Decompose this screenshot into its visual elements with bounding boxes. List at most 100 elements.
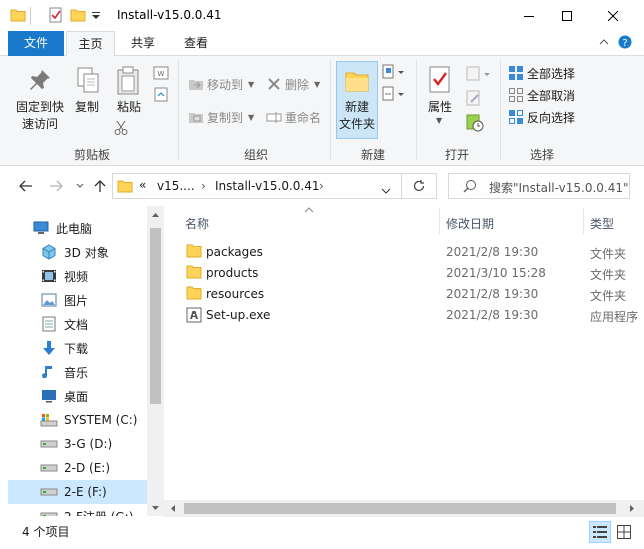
new-folder-qat-icon[interactable] xyxy=(70,7,86,25)
copy-to-icon xyxy=(189,113,203,123)
nav-scrollbar-thumb[interactable] xyxy=(150,228,161,404)
file-row[interactable]: Set-up.exe 2021/2/8 19:30 应用程序 xyxy=(180,305,640,326)
column-header-name[interactable]: 名称 xyxy=(185,215,209,232)
status-bar: 4 个项目 xyxy=(0,517,644,549)
back-arrow-icon xyxy=(19,180,32,192)
nav-item[interactable]: 视频 xyxy=(8,264,148,288)
drive-icon xyxy=(40,483,58,501)
breadcrumb-separator-icon[interactable]: › xyxy=(319,179,324,193)
nav-item[interactable]: 2-F注册 (G:) xyxy=(8,504,148,516)
forward-button[interactable] xyxy=(46,176,66,196)
new-item-icon[interactable] xyxy=(382,64,406,83)
recent-locations-button[interactable] xyxy=(70,176,90,196)
breadcrumb-item[interactable]: v15.... xyxy=(157,179,195,193)
properties-qat-icon[interactable] xyxy=(48,7,64,25)
file-row[interactable]: resources 2021/2/8 19:30 文件夹 xyxy=(180,284,640,305)
computer-icon xyxy=(32,219,50,237)
ribbon-separator xyxy=(416,60,417,160)
qat-dropdown-icon[interactable] xyxy=(91,10,101,28)
nav-item[interactable]: 3D 对象 xyxy=(8,240,148,264)
nav-item[interactable]: 2-D (E:) xyxy=(8,456,148,480)
nav-item[interactable]: 图片 xyxy=(8,288,148,312)
column-header-type[interactable]: 类型 xyxy=(590,215,614,232)
minimize-icon xyxy=(524,15,534,17)
file-type: 应用程序 xyxy=(590,310,639,324)
select-all-button[interactable]: 全部选择 xyxy=(508,63,575,83)
scroll-right-icon[interactable] xyxy=(629,504,635,513)
refresh-button[interactable] xyxy=(402,173,437,199)
nav-item[interactable]: 此电脑 xyxy=(8,216,148,240)
copy-button[interactable]: 复制 xyxy=(70,99,104,116)
close-button[interactable] xyxy=(590,0,636,31)
large-icons-view-button[interactable] xyxy=(613,521,635,543)
nav-item[interactable]: SYSTEM (C:) xyxy=(8,408,148,432)
download-icon xyxy=(40,339,58,357)
nav-item-label: 下载 xyxy=(64,341,89,356)
nav-item[interactable]: 桌面 xyxy=(8,384,148,408)
nav-item-label: SYSTEM (C:) xyxy=(64,413,138,427)
new-folder-button[interactable]: 新建 文件夹 xyxy=(336,61,378,139)
nav-item-label: 音乐 xyxy=(64,365,89,380)
history-icon[interactable] xyxy=(466,114,484,135)
cut-icon[interactable] xyxy=(114,120,128,139)
column-header-date[interactable]: 修改日期 xyxy=(446,215,494,232)
help-icon[interactable]: ? xyxy=(618,35,632,52)
nav-item[interactable]: 2-E (F:) xyxy=(8,480,148,504)
copy-path-icon[interactable]: W xyxy=(153,66,169,83)
address-dropdown-icon[interactable] xyxy=(381,183,391,197)
properties-icon xyxy=(428,66,452,97)
nav-item[interactable]: 音乐 xyxy=(8,360,148,384)
nav-item[interactable]: 3-G (D:) xyxy=(8,432,148,456)
easy-access-icon[interactable] xyxy=(382,86,406,105)
nav-pane-scrollbar[interactable] xyxy=(147,206,164,516)
file-row[interactable]: products 2021/3/10 15:28 文件夹 xyxy=(180,263,640,284)
window-title: Install-v15.0.0.41 xyxy=(117,8,222,22)
pin-to-quick-access-button[interactable]: 固定到快 速访问 xyxy=(12,99,68,133)
open-icon[interactable] xyxy=(466,66,492,85)
back-button[interactable] xyxy=(16,176,36,196)
breadcrumb-overflow[interactable]: « xyxy=(139,178,146,192)
file-row[interactable]: packages 2021/2/8 19:30 文件夹 xyxy=(180,242,640,263)
details-view-button[interactable] xyxy=(589,521,611,543)
navigation-pane: 此电脑 3D 对象 视频 图片 文档 下载 音乐 桌面 SYSTEM (C:) 3-G (D:) 2… xyxy=(0,206,164,516)
tab-home[interactable]: 主页 xyxy=(66,31,115,57)
address-input[interactable]: « v15.... › Install-v15.0.0.41 › xyxy=(112,173,402,199)
properties-button[interactable]: 属性 xyxy=(422,99,458,116)
collapse-ribbon-icon[interactable] xyxy=(598,36,610,51)
horizontal-scrollbar-thumb[interactable] xyxy=(184,503,616,514)
up-button[interactable] xyxy=(90,176,110,196)
pictures-icon xyxy=(40,291,58,309)
scroll-left-icon[interactable] xyxy=(170,504,176,513)
scroll-up-icon[interactable] xyxy=(151,212,160,218)
select-all-label: 全部选择 xyxy=(527,66,576,81)
item-count: 4 个项目 xyxy=(22,525,70,539)
select-none-button[interactable]: 全部取消 xyxy=(508,85,575,105)
move-to-button[interactable]: 移动到 ▼ xyxy=(188,74,254,94)
rename-button[interactable]: 重命名 xyxy=(266,107,321,127)
breadcrumb-separator-icon[interactable]: › xyxy=(201,179,206,193)
column-divider[interactable] xyxy=(583,208,584,234)
delete-button[interactable]: 删除 ▼ xyxy=(266,74,320,94)
chevron-down-icon[interactable]: ▼ xyxy=(436,116,442,125)
column-divider[interactable] xyxy=(439,208,440,234)
folder-icon xyxy=(117,178,133,197)
nav-item[interactable]: 下载 xyxy=(8,336,148,360)
new-folder-label-line1: 新建 xyxy=(344,100,369,114)
paste-shortcut-icon[interactable] xyxy=(153,86,169,105)
file-list-scrollbar[interactable] xyxy=(164,500,644,517)
ribbon-separator xyxy=(330,60,331,160)
copy-to-button[interactable]: 复制到 ▼ xyxy=(188,107,254,127)
invert-selection-button[interactable]: 反向选择 xyxy=(508,107,575,127)
tab-share[interactable]: 共享 xyxy=(119,31,167,56)
edit-icon[interactable] xyxy=(466,90,482,109)
nav-item-label: 视频 xyxy=(64,269,89,284)
breadcrumb-item-current[interactable]: Install-v15.0.0.41 xyxy=(215,179,319,193)
tab-file[interactable]: 文件 xyxy=(8,31,64,56)
scroll-down-icon[interactable] xyxy=(151,505,160,511)
search-input[interactable]: 搜索"Install-v15.0.0.41" xyxy=(448,173,630,199)
nav-item[interactable]: 文档 xyxy=(8,312,148,336)
tab-view[interactable]: 查看 xyxy=(172,31,220,56)
paste-button[interactable]: 粘贴 xyxy=(112,99,146,116)
file-list-header: 名称 修改日期 类型 xyxy=(164,206,644,236)
maximize-button[interactable] xyxy=(544,0,590,31)
